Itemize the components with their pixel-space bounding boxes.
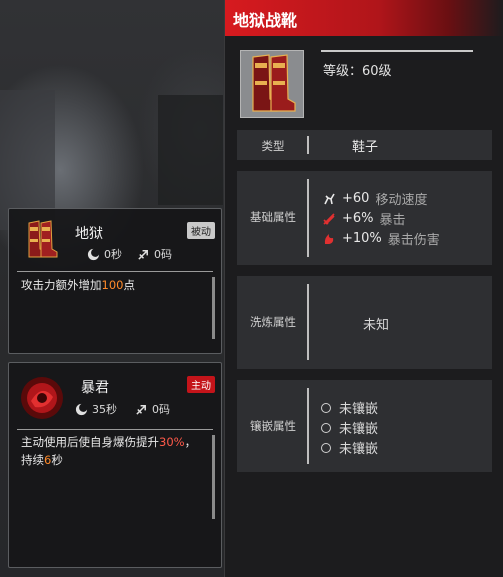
skill-card-tyrant[interactable]: 暴君 主动 35秒 0码 主动使用后使自身爆伤提升30%，持续6秒 xyxy=(8,362,222,568)
base-label: 基础属性 xyxy=(250,210,296,224)
item-level: 等级：60级 xyxy=(323,64,392,79)
boots-icon xyxy=(240,50,304,118)
inlay-slot[interactable]: 未镶嵌 xyxy=(321,438,378,457)
cooldown-value: 0秒 xyxy=(104,248,122,261)
inlay-slot[interactable]: 未镶嵌 xyxy=(321,398,378,417)
skill-card-hell[interactable]: 地狱 被动 0秒 0码 攻击力额外增加100点 xyxy=(8,208,222,354)
type-label: 类型 xyxy=(261,139,285,153)
inlay-label: 镶嵌属性 xyxy=(250,419,296,433)
empty-socket-icon xyxy=(321,402,331,413)
cooldown-icon xyxy=(75,403,88,415)
crit-icon xyxy=(323,212,335,225)
cooldown-stat: 35秒 xyxy=(75,401,117,417)
move-speed-icon xyxy=(324,193,335,204)
desc-highlight: 30% xyxy=(159,435,185,449)
slot-label: 未镶嵌 xyxy=(339,422,379,437)
skill-title: 暴君 xyxy=(81,380,109,396)
slot-label: 未镶嵌 xyxy=(339,402,379,417)
separator xyxy=(307,136,309,154)
hell-boots-icon xyxy=(23,219,59,259)
separator xyxy=(307,284,309,360)
separator xyxy=(307,179,309,257)
type-row: 类型 鞋子 xyxy=(237,130,492,160)
range-icon xyxy=(136,404,146,415)
level-divider xyxy=(321,50,473,52)
desc-text: 秒 xyxy=(51,453,63,467)
desc-text: 点 xyxy=(123,278,135,292)
attr-crit-damage: +10% 暴击伤害 xyxy=(322,229,440,248)
inlay-attributes-row: 镶嵌属性 未镶嵌 未镶嵌 未镶嵌 xyxy=(237,380,492,472)
background-shape xyxy=(158,95,223,205)
wash-label: 洗炼属性 xyxy=(250,315,296,329)
range-icon xyxy=(138,249,148,260)
tyrant-icon xyxy=(19,375,65,421)
attr-crit: +6% 暴击 xyxy=(322,209,406,228)
attr-name: 暴击 xyxy=(379,213,406,228)
active-badge: 主动 xyxy=(187,376,215,393)
scrollbar[interactable] xyxy=(212,277,215,339)
cooldown-icon xyxy=(87,248,100,260)
separator xyxy=(307,388,309,464)
range-value: 0码 xyxy=(152,403,170,416)
slot-label: 未镶嵌 xyxy=(339,442,379,457)
divider xyxy=(17,429,213,430)
item-header: 地狱战靴 xyxy=(225,0,503,36)
item-detail-panel: 地狱战靴 等级：60级 类型 鞋子 基础属性 +60 移动速度 +6% 暴击 +… xyxy=(224,0,503,577)
attr-value: +6% xyxy=(342,211,374,226)
cooldown-stat: 0秒 xyxy=(87,246,122,262)
wash-value: 未知 xyxy=(363,318,390,333)
cooldown-value: 35秒 xyxy=(92,403,117,416)
desc-highlight: 100 xyxy=(101,278,124,292)
inlay-slot[interactable]: 未镶嵌 xyxy=(321,418,378,437)
passive-badge: 被动 xyxy=(187,222,215,239)
item-name: 地狱战靴 xyxy=(233,11,298,30)
attr-name: 移动速度 xyxy=(375,193,428,208)
attr-value: +10% xyxy=(342,231,382,246)
skill-title: 地狱 xyxy=(75,226,103,242)
desc-text: 攻击力额外增加 xyxy=(21,278,102,292)
range-stat: 0码 xyxy=(137,246,172,262)
skill-description: 主动使用后使自身爆伤提升30%，持续6秒 xyxy=(21,433,207,469)
base-attributes-row: 基础属性 +60 移动速度 +6% 暴击 +10% 暴击伤害 xyxy=(237,171,492,265)
type-value: 鞋子 xyxy=(352,140,379,155)
wash-attributes-row: 洗炼属性 未知 xyxy=(237,276,492,369)
divider xyxy=(17,271,213,272)
crit-damage-icon xyxy=(324,233,334,244)
range-value: 0码 xyxy=(154,248,172,261)
empty-socket-icon xyxy=(321,442,331,453)
range-stat: 0码 xyxy=(135,401,170,417)
skill-description: 攻击力额外增加100点 xyxy=(21,276,207,294)
empty-socket-icon xyxy=(321,422,331,433)
attr-move-speed: +60 移动速度 xyxy=(322,189,427,208)
desc-text: 主动使用后使自身爆伤提升 xyxy=(21,435,159,449)
attr-value: +60 xyxy=(342,191,370,206)
scrollbar[interactable] xyxy=(212,435,215,519)
attr-name: 暴击伤害 xyxy=(387,233,440,248)
